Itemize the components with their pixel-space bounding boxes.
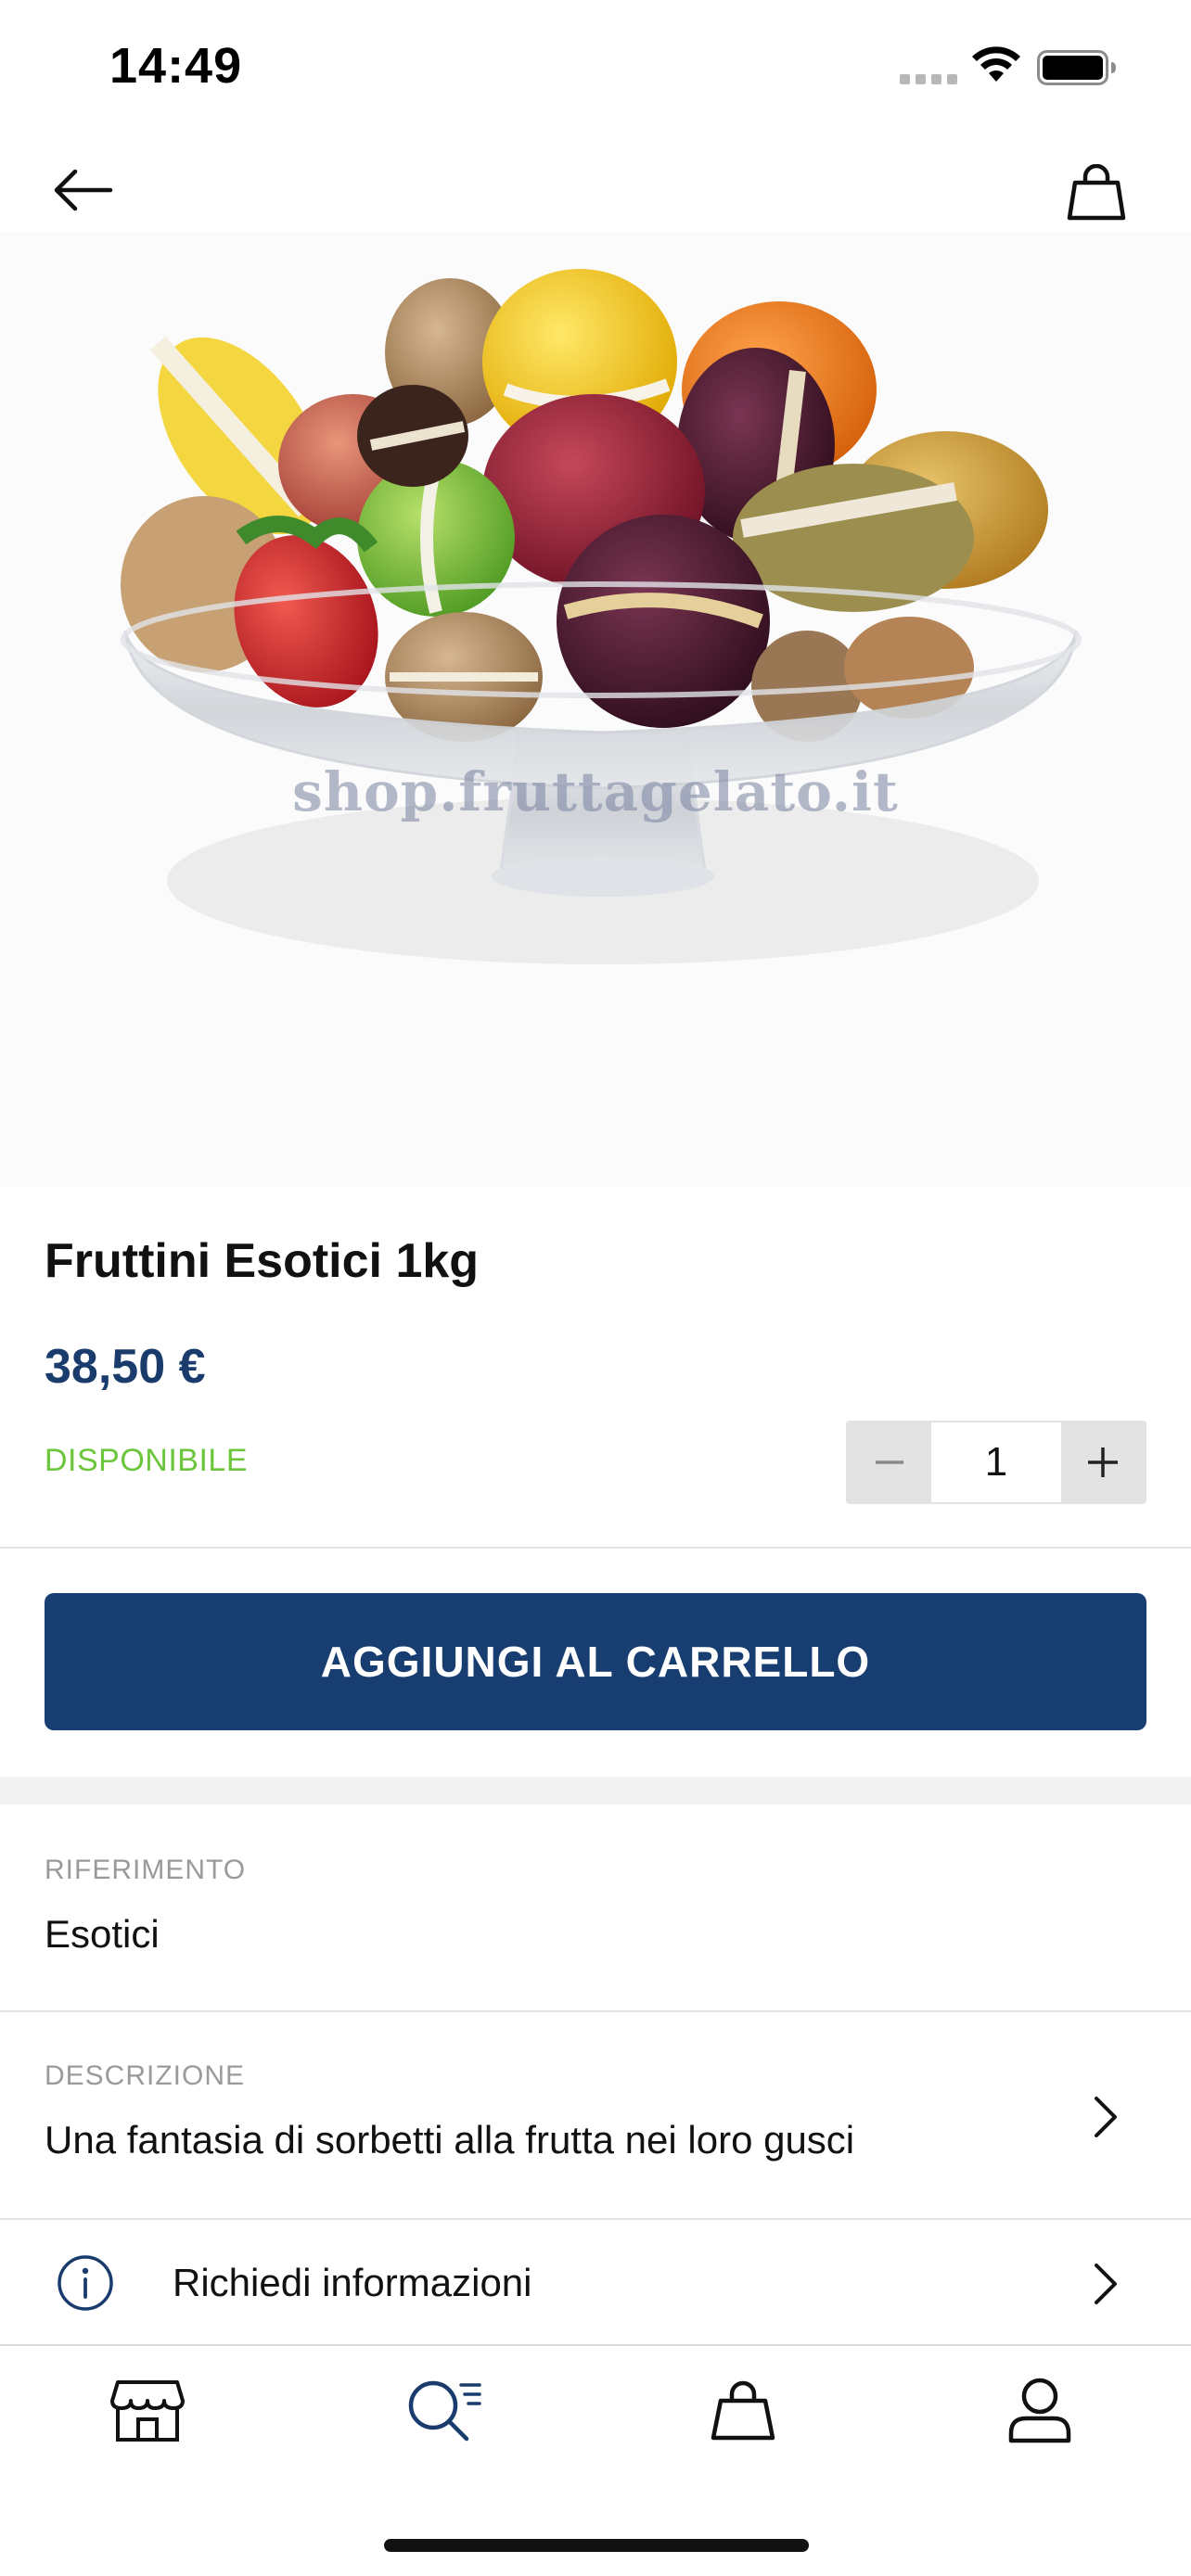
section-separator — [0, 1777, 1191, 1804]
description-row[interactable]: DESCRIZIONE Una fantasia di sorbetti all… — [0, 2012, 1191, 2218]
arrow-left-icon — [54, 169, 113, 211]
status-bar: 14:49 — [0, 0, 1191, 130]
quantity-stepper: 1 — [846, 1421, 1146, 1504]
tab-search[interactable] — [403, 2374, 486, 2448]
home-indicator[interactable] — [384, 2539, 809, 2552]
chevron-right-icon — [1095, 2264, 1117, 2304]
reference-value: Esotici — [45, 1912, 160, 1956]
reference-label: RIFERIMENTO — [45, 1855, 247, 1885]
request-info-row[interactable]: Richiedi informazioni — [0, 2220, 1191, 2344]
description-value: Una fantasia di sorbetti alla frutta nei… — [45, 2118, 855, 2162]
tab-profile[interactable] — [998, 2374, 1082, 2448]
wifi-icon — [972, 46, 1020, 82]
minus-icon — [876, 1460, 903, 1464]
plus-icon — [1088, 1447, 1118, 1477]
chevron-right-icon — [1095, 2097, 1117, 2137]
divider — [0, 1547, 1191, 1549]
request-info-label: Richiedi informazioni — [173, 2261, 532, 2304]
tab-store[interactable] — [106, 2374, 189, 2448]
tab-cart[interactable] — [701, 2374, 785, 2448]
shopping-bag-icon — [711, 2380, 775, 2441]
back-button[interactable] — [46, 158, 121, 223]
quantity-decrease-button[interactable] — [848, 1422, 931, 1502]
cellular-signal-icon — [900, 74, 959, 85]
product-price: 38,50 € — [45, 1340, 206, 1394]
cart-button[interactable] — [1059, 158, 1133, 228]
fruit-bowl-illustration — [121, 269, 1082, 964]
quantity-value[interactable]: 1 — [931, 1422, 1061, 1502]
product-title: Fruttini Esotici 1kg — [45, 1234, 480, 1288]
info-icon — [58, 2255, 113, 2311]
description-label: DESCRIZIONE — [45, 2060, 246, 2091]
availability-status: DISPONIBILE — [45, 1443, 249, 1478]
add-to-cart-button[interactable]: AGGIUNGI AL CARRELLO — [45, 1593, 1146, 1730]
store-icon — [110, 2380, 185, 2442]
image-watermark: shop.fruttagelato.it — [292, 760, 899, 823]
search-list-icon — [408, 2380, 481, 2442]
quantity-increase-button[interactable] — [1061, 1422, 1145, 1502]
battery-icon — [1037, 50, 1116, 85]
user-icon — [1008, 2378, 1071, 2443]
status-time: 14:49 — [109, 38, 243, 94]
shopping-bag-icon — [1067, 164, 1126, 221]
product-image: shop.fruttagelato.it — [0, 232, 1191, 1187]
